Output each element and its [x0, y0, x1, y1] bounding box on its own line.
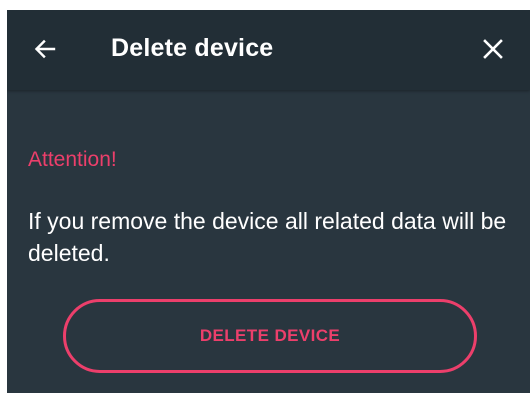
delete-device-screen: Delete device Attention! If you remove t…: [7, 10, 530, 393]
page-title: Delete device: [111, 34, 274, 62]
delete-device-button[interactable]: DELETE DEVICE: [63, 299, 477, 373]
close-icon[interactable]: [482, 38, 504, 60]
attention-heading: Attention!: [28, 148, 117, 171]
app-bar: Delete device: [7, 10, 530, 90]
warning-message: If you remove the device all related dat…: [28, 208, 507, 266]
arrow-left-icon[interactable]: [33, 37, 57, 61]
